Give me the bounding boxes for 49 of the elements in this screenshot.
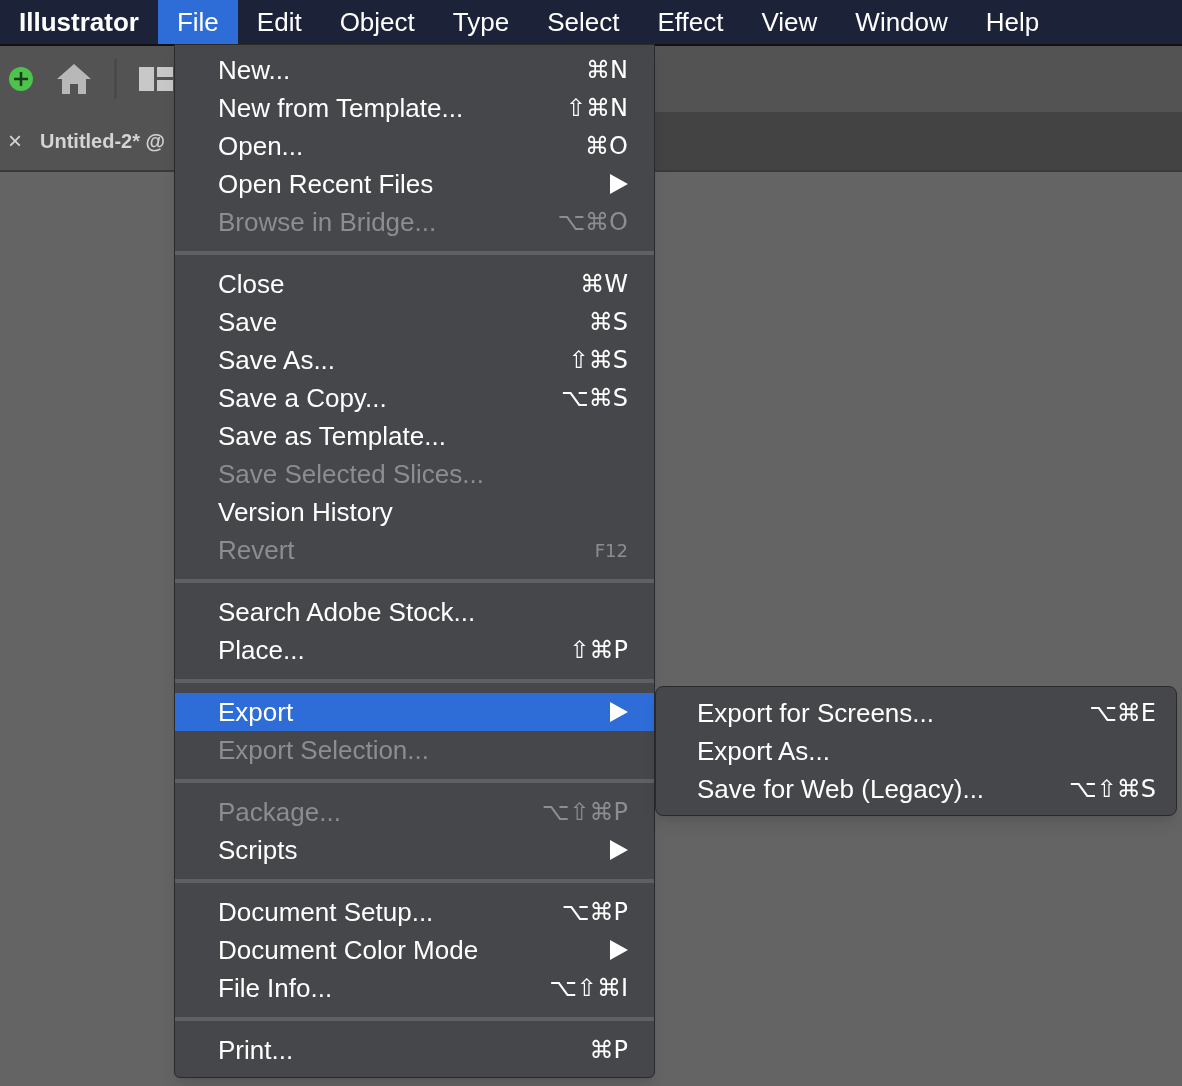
menu-item[interactable]: Export bbox=[175, 693, 654, 731]
menu-item[interactable]: Print... ⌘P bbox=[175, 1031, 654, 1069]
shortcut-label: ⌥⌘E bbox=[1089, 698, 1156, 729]
menu-item[interactable]: Place... ⇧⌘P bbox=[175, 631, 654, 669]
menu-item[interactable]: Version History bbox=[175, 493, 654, 531]
menu-item[interactable]: File Info... ⌥⇧⌘I bbox=[175, 969, 654, 1007]
menu-title[interactable]: File bbox=[157, 0, 238, 44]
shortcut-label: F12 bbox=[594, 538, 628, 563]
close-icon[interactable]: × bbox=[8, 123, 22, 159]
menu-item[interactable]: Save as Template... bbox=[175, 417, 654, 455]
menu-item[interactable]: Scripts bbox=[175, 831, 654, 869]
menu-title[interactable]: Object bbox=[320, 0, 434, 44]
menu-item[interactable]: Save a Copy... ⌥⌘S bbox=[175, 379, 654, 417]
menu-title[interactable]: Select bbox=[528, 0, 639, 44]
menu-item[interactable]: Save ⌘S bbox=[175, 303, 654, 341]
shortcut-label: ⌥⌘S bbox=[561, 383, 628, 414]
shortcut-label: ⌘S bbox=[588, 307, 628, 338]
shortcut-label: ⌘O bbox=[585, 131, 628, 162]
menu-item[interactable]: Export for Screens... ⌥⌘E bbox=[656, 694, 1176, 732]
menu-item[interactable]: Save for Web (Legacy)... ⌥⇧⌘S bbox=[656, 770, 1176, 808]
shortcut-label: ⌥⌘O bbox=[557, 207, 628, 238]
shortcut-label: ⇧⌘N bbox=[565, 93, 628, 124]
menu-title[interactable]: View bbox=[742, 0, 837, 44]
shortcut-label: ⌥⌘P bbox=[561, 897, 628, 928]
app-name[interactable]: Illustrator bbox=[19, 0, 139, 44]
shortcut-label: ⌥⇧⌘P bbox=[541, 797, 628, 828]
home-icon[interactable] bbox=[56, 63, 92, 95]
menu-item[interactable]: Save As... ⇧⌘S bbox=[175, 341, 654, 379]
shortcut-label: ⇧⌘S bbox=[568, 345, 628, 376]
menu-title[interactable]: Type bbox=[433, 0, 529, 44]
menu-item[interactable]: Close ⌘W bbox=[175, 265, 654, 303]
menu-title[interactable]: Help bbox=[966, 0, 1059, 44]
shortcut-label: ⇧⌘P bbox=[569, 635, 628, 666]
menu-item[interactable]: Document Color Mode bbox=[175, 931, 654, 969]
menu-title[interactable]: Effect bbox=[638, 0, 743, 44]
menu-item[interactable]: Document Setup... ⌥⌘P bbox=[175, 893, 654, 931]
shortcut-label: ⌥⇧⌘I bbox=[549, 973, 628, 1004]
menu-title[interactable]: Window bbox=[836, 0, 967, 44]
menu-item[interactable]: Search Adobe Stock... bbox=[175, 593, 654, 631]
shortcut-label: ⌥⇧⌘S bbox=[1069, 774, 1156, 805]
menu-item[interactable]: Export As... bbox=[656, 732, 1176, 770]
menu-title[interactable]: Edit bbox=[237, 0, 321, 44]
document-title: Untitled-2* @ bbox=[40, 129, 166, 154]
workspace-icon[interactable] bbox=[139, 67, 173, 91]
menu-item[interactable]: New... ⌘N bbox=[175, 51, 654, 89]
shortcut-label: ⌘W bbox=[580, 269, 628, 300]
shortcut-label: ⌘P bbox=[589, 1035, 628, 1066]
shortcut-label: ⌘N bbox=[586, 55, 628, 86]
add-icon[interactable] bbox=[8, 66, 34, 92]
